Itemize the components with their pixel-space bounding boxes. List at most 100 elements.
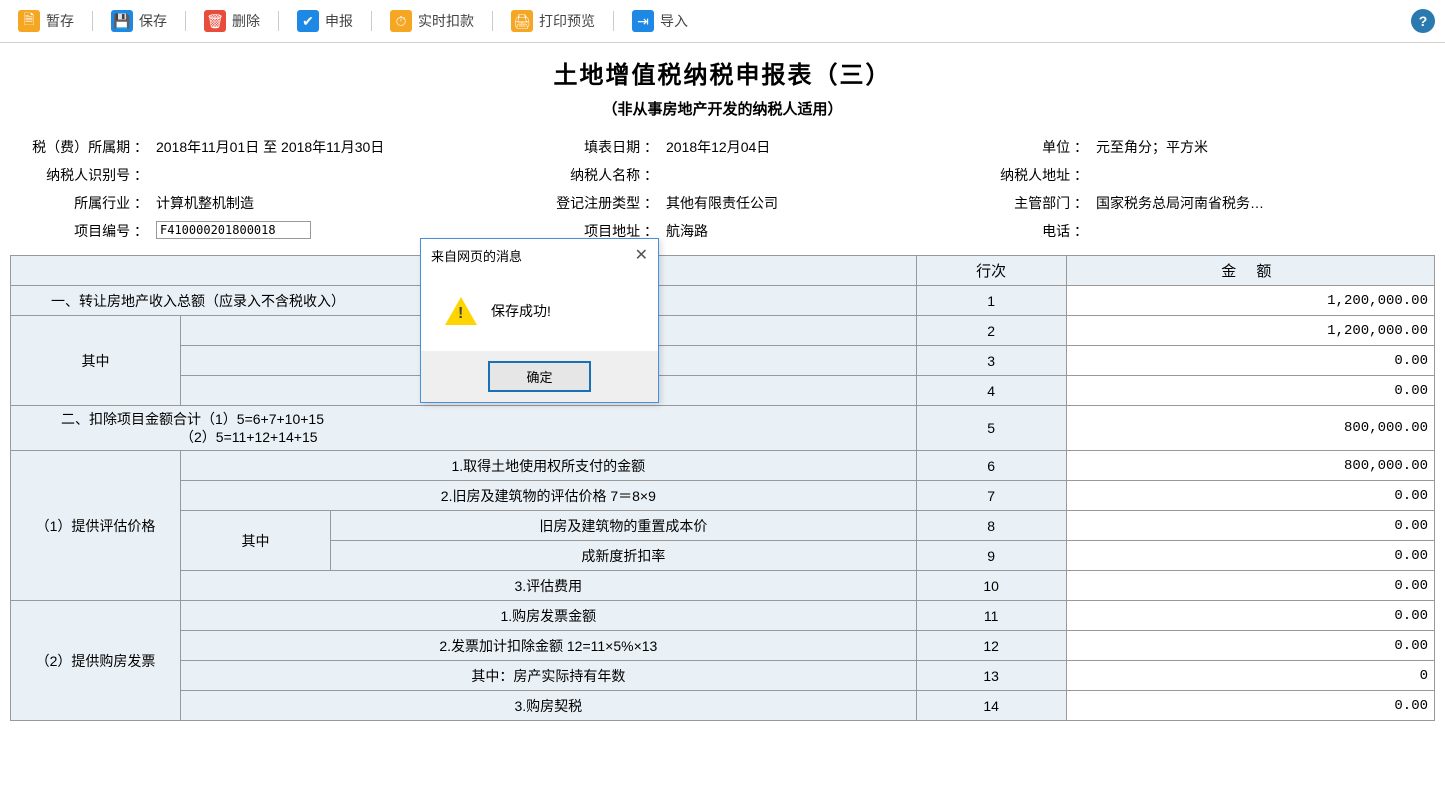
taxpayer-name-value <box>660 165 666 185</box>
delete-button[interactable]: 🗑 删除 <box>196 6 268 36</box>
import-label: 导入 <box>660 11 688 31</box>
page-title: 土地增值税纳税申报表（三） <box>10 55 1435 90</box>
row8-line: 8 <box>916 511 1066 541</box>
row5-label: 二、扣除项目金额合计（1）5=6+7+10+15 （2）5=11+12+14+1… <box>11 406 917 451</box>
save-button[interactable]: 💾 保存 <box>103 6 175 36</box>
row3-line: 3 <box>916 346 1066 376</box>
dialog-title-text: 来自网页的消息 <box>431 246 522 265</box>
taxpayer-id-label: 纳税人识别号 ： <box>10 165 150 185</box>
row12-line: 12 <box>916 631 1066 661</box>
row9-amount[interactable]: 0.00 <box>1066 541 1434 571</box>
row12-amount[interactable]: 0.00 <box>1066 631 1434 661</box>
authority-label: 主管部门 ： <box>950 193 1090 213</box>
row1-amount[interactable]: 1,200,000.00 <box>1066 286 1434 316</box>
reg-type-label: 登记注册类型 ： <box>520 193 660 213</box>
row7-line: 7 <box>916 481 1066 511</box>
row3-amount[interactable]: 0.00 <box>1066 346 1434 376</box>
save-icon: 💾 <box>111 10 133 32</box>
fill-date-value: 2018年12月04日 <box>660 137 770 157</box>
delete-icon: 🗑 <box>204 10 226 32</box>
row5-amount[interactable]: 800,000.00 <box>1066 406 1434 451</box>
industry-label: 所属行业 ： <box>10 193 150 213</box>
declare-icon: ✔ <box>297 10 319 32</box>
hdr-amount: 金 额 <box>1066 256 1434 286</box>
taxpayer-addr-label: 纳税人地址 ： <box>950 165 1090 185</box>
realtime-deduct-button[interactable]: ⏱ 实时扣款 <box>382 6 482 36</box>
qizhong2-label: 其中 <box>181 511 331 571</box>
declare-label: 申报 <box>325 11 353 31</box>
row7-amount[interactable]: 0.00 <box>1066 481 1434 511</box>
row1-line: 1 <box>916 286 1066 316</box>
phone-value <box>1090 221 1096 241</box>
row11-line: 11 <box>916 601 1066 631</box>
row13-label: 其中：房产实际持有年数 <box>181 661 917 691</box>
row13-line: 13 <box>916 661 1066 691</box>
dialog-ok-button[interactable]: 确定 <box>488 361 590 392</box>
row9-label: 成新度折扣率 <box>331 541 917 571</box>
toolbar: 🗎 暂存 💾 保存 🗑 删除 ✔ 申报 ⏱ 实时扣款 🖨 打印预览 ⇥ 导入 ? <box>0 0 1445 43</box>
row4-amount[interactable]: 0.00 <box>1066 376 1434 406</box>
project-no-input[interactable] <box>156 221 311 239</box>
row10-label: 3.评估费用 <box>181 571 917 601</box>
row6-amount[interactable]: 800,000.00 <box>1066 451 1434 481</box>
help-button[interactable]: ? <box>1411 9 1435 33</box>
print-preview-label: 打印预览 <box>539 11 595 31</box>
hdr-line: 行次 <box>916 256 1066 286</box>
row9-line: 9 <box>916 541 1066 571</box>
row12-label: 2.发票加计扣除金额 12=11×5%×13 <box>181 631 917 661</box>
row7-label: 2.旧房及建筑物的评估价格 7＝8×9 <box>181 481 917 511</box>
authority-value: 国家税务总局河南省税务… <box>1090 193 1264 213</box>
row2-line: 2 <box>916 316 1066 346</box>
separator <box>185 11 186 31</box>
row14-line: 14 <box>916 691 1066 721</box>
row10-line: 10 <box>916 571 1066 601</box>
import-button[interactable]: ⇥ 导入 <box>624 6 696 36</box>
separator <box>278 11 279 31</box>
taxpayer-id-value <box>150 165 156 185</box>
row4-line: 4 <box>916 376 1066 406</box>
qizhong-label: 其中 <box>11 316 181 406</box>
row10-amount[interactable]: 0.00 <box>1066 571 1434 601</box>
row6-label: 1.取得土地使用权所支付的金额 <box>181 451 917 481</box>
declare-button[interactable]: ✔ 申报 <box>289 6 361 36</box>
row11-amount[interactable]: 0.00 <box>1066 601 1434 631</box>
project-addr-value: 航海路 <box>660 221 708 241</box>
separator <box>613 11 614 31</box>
industry-value: 计算机整机制造 <box>150 193 254 213</box>
separator <box>92 11 93 31</box>
row14-amount[interactable]: 0.00 <box>1066 691 1434 721</box>
period-value: 2018年11月01日 至 2018年11月30日 <box>150 137 384 157</box>
group2-label: （2）提供购房发票 <box>11 601 181 721</box>
import-icon: ⇥ <box>632 10 654 32</box>
taxpayer-name-label: 纳税人名称 ： <box>520 165 660 185</box>
unit-value: 元至角分；平方米 <box>1090 137 1208 157</box>
row2-amount[interactable]: 1,200,000.00 <box>1066 316 1434 346</box>
page-subtitle: （非从事房地产开发的纳税人适用） <box>10 98 1435 119</box>
temp-save-label: 暂存 <box>46 11 74 31</box>
print-preview-button[interactable]: 🖨 打印预览 <box>503 6 603 36</box>
temp-save-icon: 🗎 <box>18 10 40 32</box>
temp-save-button[interactable]: 🗎 暂存 <box>10 6 82 36</box>
page-content: 土地增值税纳税申报表（三） （非从事房地产开发的纳税人适用） 税（费）所属期 ：… <box>0 43 1445 733</box>
period-label: 税（费）所属期 ： <box>10 137 150 157</box>
delete-label: 删除 <box>232 11 260 31</box>
row5-line: 5 <box>916 406 1066 451</box>
group1-label: （1）提供评估价格 <box>11 451 181 601</box>
meta-block: 税（费）所属期 ：2018年11月01日 至 2018年11月30日 填表日期 … <box>10 133 1435 245</box>
clock-icon: ⏱ <box>390 10 412 32</box>
unit-label: 单位 ： <box>950 137 1090 157</box>
taxpayer-addr-value <box>1090 165 1096 185</box>
save-label: 保存 <box>139 11 167 31</box>
row8-amount[interactable]: 0.00 <box>1066 511 1434 541</box>
row13-amount[interactable]: 0 <box>1066 661 1434 691</box>
row6-line: 6 <box>916 451 1066 481</box>
dialog-message: 保存成功! <box>491 301 551 321</box>
dialog-close-button[interactable]: ✕ <box>635 245 648 265</box>
row11-label: 1.购房发票金额 <box>181 601 917 631</box>
print-icon: 🖨 <box>511 10 533 32</box>
realtime-deduct-label: 实时扣款 <box>418 11 474 31</box>
row14-label: 3.购房契税 <box>181 691 917 721</box>
row8-label: 旧房及建筑物的重置成本价 <box>331 511 917 541</box>
message-dialog: 来自网页的消息 ✕ 保存成功! 确定 <box>420 238 659 403</box>
separator <box>492 11 493 31</box>
